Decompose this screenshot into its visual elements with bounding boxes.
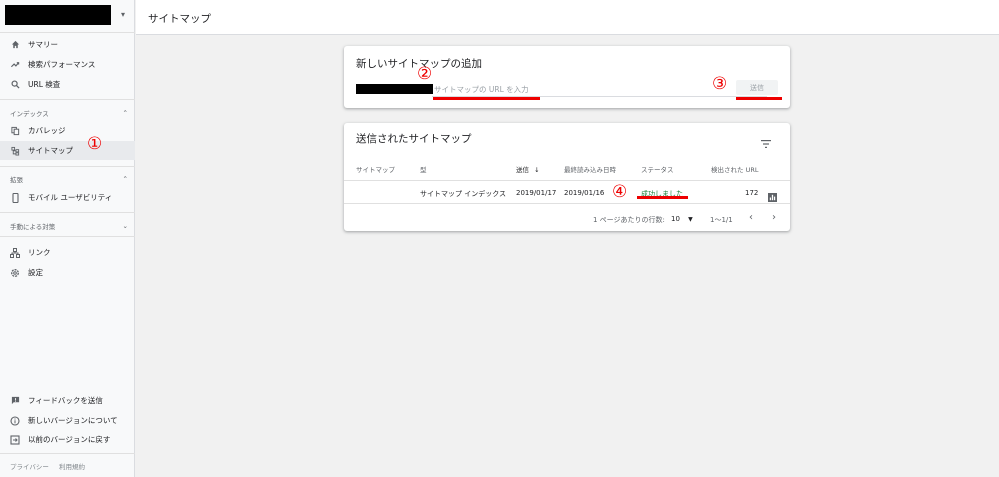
rows-per-page-select[interactable]: 10 ▼	[671, 215, 693, 223]
chevron-down-icon: ⌄	[122, 222, 128, 230]
links-icon	[10, 247, 20, 258]
sidebar: ▾ サマリー 検索パフォーマンス URL 検査 インデックス ⌃ カバレッジ サ…	[0, 0, 135, 477]
sidebar-item-label: 新しいバージョンについて	[28, 416, 118, 425]
page-title: サイトマップ	[148, 13, 211, 25]
cell-type: サイトマップ インデックス	[420, 190, 507, 198]
section-index[interactable]: インデックス ⌃	[10, 108, 128, 118]
annotation-2: ②	[417, 64, 433, 84]
cell-submitted: 2019/01/17	[516, 189, 557, 197]
copy-icon	[10, 126, 20, 136]
section-label: インデックス	[10, 110, 49, 118]
sidebar-item-old-version[interactable]: 以前のバージョンに戻す	[0, 430, 135, 449]
column-header-discovered-urls[interactable]: 検出された URL	[711, 164, 758, 174]
property-selector[interactable]	[5, 5, 111, 25]
trending-up-icon	[10, 60, 20, 70]
column-header-submitted[interactable]: 送信 ↓	[516, 164, 540, 174]
annotation-1: ①	[87, 134, 103, 154]
sidebar-item-label: 設定	[28, 268, 43, 277]
dropdown-icon: ▼	[688, 216, 693, 223]
sidebar-item-label: 検索パフォーマンス	[28, 60, 96, 69]
privacy-link[interactable]: プライバシー	[10, 463, 49, 471]
sidebar-item-links[interactable]: リンク	[0, 243, 135, 262]
sidebar-item-coverage[interactable]: カバレッジ	[0, 121, 135, 140]
submitted-sitemaps-card: 送信されたサイトマップ サイトマップ 型 送信 ↓ 最終読み込み日時 ステータス…	[344, 123, 790, 231]
chevron-up-icon: ⌃	[122, 109, 128, 117]
cell-last-read: 2019/01/16	[564, 189, 605, 197]
page-range: 1〜1/1	[710, 216, 733, 224]
terms-link[interactable]: 利用規約	[59, 463, 85, 471]
prev-page-icon[interactable]: ‹	[749, 212, 753, 223]
sidebar-item-feedback[interactable]: フィードバックを送信	[0, 391, 135, 410]
url-prefix-redacted	[356, 84, 433, 94]
sort-arrow-icon: ↓	[534, 166, 540, 174]
sidebar-item-mobile-usability[interactable]: モバイル ユーザビリティ	[0, 188, 135, 207]
exit-icon	[10, 434, 20, 445]
card-title: 送信されたサイトマップ	[356, 133, 472, 145]
submit-button[interactable]: 送信	[736, 80, 778, 95]
cell-discovered: 172	[745, 189, 759, 197]
section-label: 拡張	[10, 176, 23, 184]
property-dropdown-icon[interactable]: ▾	[121, 10, 125, 19]
section-enhancements[interactable]: 拡張 ⌃	[10, 174, 128, 184]
divider	[0, 453, 135, 454]
home-icon	[10, 40, 20, 50]
gear-icon	[10, 268, 20, 278]
annotation-4: ④	[612, 182, 628, 202]
column-header-type[interactable]: 型	[420, 164, 427, 174]
sidebar-item-summary[interactable]: サマリー	[0, 35, 135, 54]
chevron-up-icon: ⌃	[122, 175, 128, 183]
sidebar-item-label: 以前のバージョンに戻す	[28, 435, 111, 444]
column-header-sitemap[interactable]: サイトマップ	[356, 164, 395, 174]
annotation-underline	[637, 196, 688, 199]
divider	[0, 32, 135, 33]
divider	[344, 203, 790, 204]
annotation-3: ③	[712, 74, 728, 94]
section-label: 手動による対策	[10, 223, 56, 231]
sidebar-item-label: サマリー	[28, 40, 58, 49]
next-page-icon[interactable]: ›	[772, 212, 776, 223]
sidebar-item-label: リンク	[28, 248, 51, 257]
divider	[344, 180, 790, 181]
sidebar-item-label: サイトマップ	[28, 146, 73, 155]
divider	[0, 236, 135, 237]
sidebar-item-new-version[interactable]: 新しいバージョンについて	[0, 411, 135, 430]
annotation-underline	[433, 97, 540, 100]
filter-icon[interactable]	[761, 133, 771, 152]
divider	[0, 166, 135, 167]
sidebar-item-performance[interactable]: 検索パフォーマンス	[0, 55, 135, 74]
info-icon	[10, 415, 20, 426]
section-manual-actions[interactable]: 手動による対策 ⌄	[10, 221, 128, 231]
rows-per-page-label: 1 ページあたりの行数:	[593, 216, 665, 224]
column-header-status[interactable]: ステータス	[641, 164, 674, 174]
sitemap-url-input[interactable]	[432, 82, 694, 97]
search-icon	[10, 80, 20, 90]
sidebar-item-settings[interactable]: 設定	[0, 263, 135, 282]
feedback-icon	[10, 396, 20, 406]
sidebar-item-url-inspection[interactable]: URL 検査	[0, 75, 135, 94]
divider	[0, 212, 135, 213]
sidebar-item-label: カバレッジ	[28, 126, 66, 135]
column-header-last-read[interactable]: 最終読み込み日時	[564, 164, 616, 174]
annotation-underline	[736, 97, 782, 100]
rows-per-page-value: 10	[671, 215, 680, 223]
phone-icon	[10, 192, 20, 203]
sidebar-footer: プライバシー 利用規約	[10, 461, 93, 471]
sidebar-item-label: フィードバックを送信	[28, 396, 103, 405]
column-label: 送信	[516, 166, 529, 174]
divider	[0, 99, 135, 100]
top-bar: サイトマップ	[136, 0, 999, 35]
sidebar-item-label: URL 検査	[28, 80, 61, 89]
sidebar-item-label: モバイル ユーザビリティ	[28, 193, 113, 202]
sitemap-icon	[10, 146, 20, 156]
sidebar-item-sitemaps[interactable]: サイトマップ	[0, 141, 135, 160]
